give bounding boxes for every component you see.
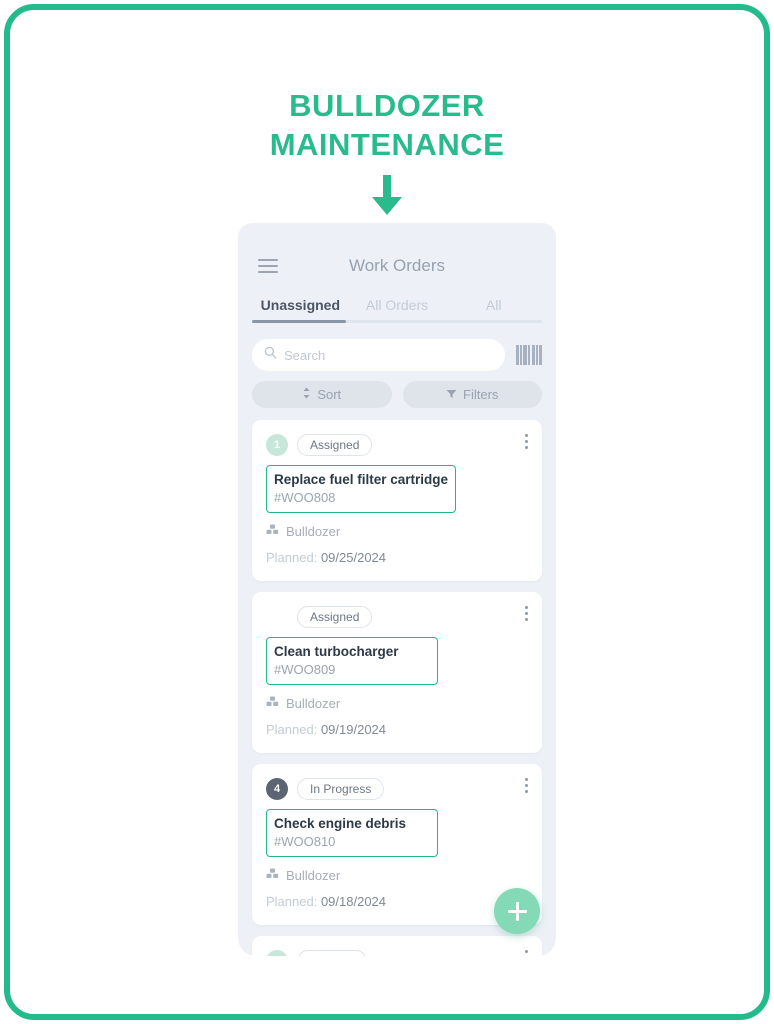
status-badge: In Progress bbox=[297, 778, 385, 800]
filter-funnel-icon bbox=[446, 387, 457, 402]
filters-button-label: Filters bbox=[463, 387, 499, 402]
tab-bar: Unassigned All Orders All bbox=[238, 291, 556, 331]
asset-row: Bulldozer bbox=[266, 866, 528, 884]
barcode-scan-icon[interactable] bbox=[516, 345, 542, 365]
planned-row: Planned: 09/18/2024 bbox=[266, 894, 528, 909]
work-order-title-box: Clean turbocharger #WOO809 bbox=[266, 637, 438, 685]
work-order-list: 1 Assigned Replace fuel filter cartridge… bbox=[238, 408, 556, 956]
work-order-title: Check engine debris bbox=[274, 816, 407, 831]
list-controls: Sort Filters bbox=[238, 371, 556, 408]
asset-row: Bulldozer bbox=[266, 522, 528, 540]
add-work-order-fab[interactable] bbox=[494, 888, 540, 934]
kebab-menu-icon[interactable] bbox=[524, 434, 528, 449]
planned-date: 09/18/2024 bbox=[320, 894, 387, 909]
sort-button[interactable]: Sort bbox=[252, 381, 392, 408]
tab-all-orders[interactable]: All Orders bbox=[349, 291, 446, 331]
card-header: 1 Assigned bbox=[266, 434, 528, 456]
phone-mockup: Work Orders Unassigned All Orders All Se… bbox=[238, 223, 556, 956]
tab-unassigned[interactable]: Unassigned bbox=[252, 291, 349, 331]
arrow-down-icon bbox=[365, 173, 409, 222]
card-header: 4 In Progress bbox=[266, 778, 528, 800]
card-header: 1 On Hold bbox=[266, 950, 528, 956]
planned-label: Planned: bbox=[266, 722, 318, 737]
tab-all[interactable]: All bbox=[445, 291, 542, 331]
work-order-title-box: Replace fuel filter cartridge #WOO808 bbox=[266, 465, 457, 513]
planned-label: Planned: bbox=[266, 894, 318, 909]
status-badge: Assigned bbox=[297, 606, 373, 628]
app-bar-title: Work Orders bbox=[348, 256, 446, 275]
planned-row: Planned: 09/19/2024 bbox=[266, 722, 528, 737]
asset-name: Bulldozer bbox=[286, 867, 341, 883]
search-box[interactable] bbox=[252, 339, 505, 371]
asset-cluster-icon bbox=[266, 522, 279, 540]
work-order-title-box: Check engine debris #WOO810 bbox=[266, 809, 438, 857]
page-title-line-2: MAINTENANCE bbox=[269, 127, 505, 162]
asset-row: Bulldozer bbox=[266, 694, 528, 712]
count-badge: 4 bbox=[266, 778, 288, 800]
work-order-id: #WOO808 bbox=[274, 490, 336, 505]
card-header: Assigned bbox=[266, 606, 528, 628]
work-order-id: #WOO810 bbox=[274, 834, 336, 849]
work-order-card[interactable]: 1 Assigned Replace fuel filter cartridge… bbox=[252, 420, 542, 581]
page-title-line-1: BULLDOZER bbox=[289, 88, 485, 123]
tab-underline-active bbox=[252, 320, 346, 323]
work-order-title: Replace fuel filter cartridge bbox=[274, 472, 449, 487]
asset-cluster-icon bbox=[266, 694, 279, 712]
kebab-menu-icon[interactable] bbox=[524, 778, 528, 793]
status-badge: On Hold bbox=[297, 950, 368, 956]
sort-button-label: Sort bbox=[317, 387, 342, 402]
search-input[interactable] bbox=[284, 347, 493, 363]
work-order-title: Clean turbocharger bbox=[274, 644, 399, 659]
count-badge bbox=[266, 606, 288, 628]
planned-date: 09/19/2024 bbox=[320, 722, 387, 737]
asset-name: Bulldozer bbox=[286, 695, 341, 711]
app-bar: Work Orders bbox=[238, 223, 556, 291]
planned-date: 09/25/2024 bbox=[320, 550, 387, 565]
search-row bbox=[238, 331, 556, 371]
search-icon bbox=[264, 346, 277, 364]
asset-cluster-icon bbox=[266, 866, 279, 884]
planned-label: Planned: bbox=[266, 550, 318, 565]
count-badge: 1 bbox=[266, 434, 288, 456]
work-order-card[interactable]: Assigned Clean turbocharger #WOO809 Bull… bbox=[252, 592, 542, 753]
status-badge: Assigned bbox=[297, 434, 373, 456]
count-badge: 1 bbox=[266, 950, 288, 956]
poster-frame: BULLDOZER MAINTENANCE Work Orders Unassi… bbox=[4, 4, 770, 1020]
work-order-id: #WOO809 bbox=[274, 662, 336, 677]
plus-icon-vertical bbox=[515, 901, 519, 921]
filters-button[interactable]: Filters bbox=[402, 381, 542, 408]
work-order-card[interactable]: 1 On Hold Change engine oil pan bbox=[252, 936, 542, 956]
kebab-menu-icon[interactable] bbox=[524, 606, 528, 621]
kebab-menu-icon[interactable] bbox=[524, 950, 528, 956]
planned-row: Planned: 09/25/2024 bbox=[266, 550, 528, 565]
asset-name: Bulldozer bbox=[286, 523, 341, 539]
sort-updown-icon bbox=[302, 387, 311, 402]
page-title: BULLDOZER MAINTENANCE bbox=[10, 86, 764, 164]
